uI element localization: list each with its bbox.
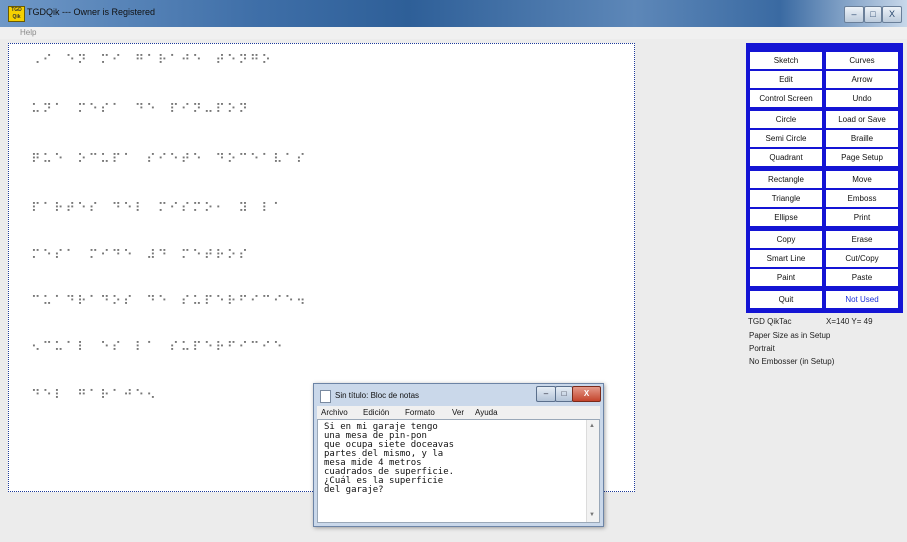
braille-line: ⠉⠥⠁⠙⠗⠁⠙⠕⠎⠀⠙⠑⠀⠎⠥⠏⠑⠗⠋⠊⠉⠊⠑⠲	[31, 294, 308, 309]
maximize-button[interactable]: □	[864, 6, 882, 23]
title-bar: TGD Qik TGDQik --- Owner is Registered –…	[0, 0, 907, 27]
orientation-status: Portrait	[749, 344, 775, 353]
braille-button[interactable]: Braille	[826, 130, 898, 147]
copy-button[interactable]: Copy	[750, 231, 822, 248]
smart-line-button[interactable]: Smart Line	[750, 250, 822, 267]
print-button[interactable]: Print	[826, 209, 898, 226]
circle-button[interactable]: Circle	[750, 111, 822, 128]
edit-button[interactable]: Edit	[750, 71, 822, 88]
braille-line: ⠍⠑⠎⠁⠀⠍⠊⠙⠑⠀⠼⠙⠀⠍⠑⠞⠗⠕⠎	[31, 248, 250, 263]
cut-copy-button[interactable]: Cut/Copy	[826, 250, 898, 267]
tool-group-draw: Sketch Curves Edit Arrow Control Screen …	[746, 47, 903, 109]
notepad-text-area[interactable]: Si en mi garaje tengo una mesa de pin-po…	[317, 419, 600, 523]
embosser-status: No Embosser (in Setup)	[749, 357, 835, 366]
notepad-maximize-button[interactable]: □	[555, 386, 573, 402]
menu-edicion[interactable]: Edición	[363, 408, 389, 417]
braille-line: ⠙⠑⠇⠀⠛⠁⠗⠁⠚⠑⠢	[31, 388, 158, 403]
notepad-menu-bar: Archivo Edición Formato Ver Ayuda	[317, 406, 600, 419]
load-or-save-button[interactable]: Load or Save	[826, 111, 898, 128]
triangle-button[interactable]: Triangle	[750, 190, 822, 207]
tgdqik-app-icon: TGD Qik	[8, 6, 25, 22]
quit-button[interactable]: Quit	[750, 291, 822, 308]
emboss-button[interactable]: Emboss	[826, 190, 898, 207]
notepad-minimize-button[interactable]: –	[536, 386, 556, 402]
menu-ayuda[interactable]: Ayuda	[475, 408, 498, 417]
notepad-title-bar[interactable]: Sin título: Bloc de notas – □ X	[314, 384, 603, 406]
tool-group-clipboard: Copy Erase Smart Line Cut/Copy Paint Pas…	[746, 227, 903, 289]
tool-panel: Sketch Curves Edit Arrow Control Screen …	[746, 43, 903, 313]
semi-circle-button[interactable]: Semi Circle	[750, 130, 822, 147]
minimize-button[interactable]: –	[844, 6, 864, 23]
braille-line: ⠟⠥⠑⠀⠕⠉⠥⠏⠁⠀⠎⠊⠑⠞⠑⠀⠙⠕⠉⠑⠁⠧⠁⠎	[31, 152, 308, 167]
menu-help[interactable]: Help	[20, 28, 36, 37]
paper-size-status: Paper Size as in Setup	[749, 331, 831, 340]
arrow-button[interactable]: Arrow	[826, 71, 898, 88]
rectangle-button[interactable]: Rectangle	[750, 171, 822, 188]
control-screen-button[interactable]: Control Screen	[750, 90, 822, 107]
not-used-button[interactable]: Not Used	[826, 291, 898, 308]
menu-formato[interactable]: Formato	[405, 408, 435, 417]
erase-button[interactable]: Erase	[826, 231, 898, 248]
window-title: TGDQik --- Owner is Registered	[27, 7, 156, 17]
coordinate-readout: X=140 Y= 49	[826, 317, 873, 326]
device-label: TGD QikTac	[748, 317, 792, 326]
move-button[interactable]: Move	[826, 171, 898, 188]
menu-archivo[interactable]: Archivo	[321, 408, 348, 417]
notepad-title: Sin título: Bloc de notas	[335, 391, 420, 400]
sketch-button[interactable]: Sketch	[750, 52, 822, 69]
notepad-close-button[interactable]: X	[572, 386, 601, 402]
undo-button[interactable]: Undo	[826, 90, 898, 107]
notepad-icon	[320, 390, 331, 403]
curves-button[interactable]: Curves	[826, 52, 898, 69]
quadrant-button[interactable]: Quadrant	[750, 149, 822, 166]
braille-line: ⠥⠝⠁⠀⠍⠑⠎⠁⠀⠙⠑⠀⠏⠊⠝⠤⠏⠕⠝	[31, 102, 250, 117]
scroll-down-arrow-icon[interactable]: ▼	[589, 512, 595, 518]
menu-ver[interactable]: Ver	[452, 408, 464, 417]
menu-bar: Help	[0, 27, 907, 39]
ellipse-button[interactable]: Ellipse	[750, 209, 822, 226]
paint-button[interactable]: Paint	[750, 269, 822, 286]
close-button[interactable]: X	[882, 6, 902, 23]
text-line: del garaje?	[324, 485, 384, 495]
tool-group-circles: Circle Load or Save Semi Circle Braille …	[746, 107, 903, 169]
braille-line: ⠏⠁⠗⠞⠑⠎⠀⠙⠑⠇⠀⠍⠊⠎⠍⠕⠂⠀⠽⠀⠇⠁	[31, 201, 285, 216]
notepad-scrollbar[interactable]: ▲ ▼	[586, 420, 599, 522]
page-setup-button[interactable]: Page Setup	[826, 149, 898, 166]
scroll-up-arrow-icon[interactable]: ▲	[589, 423, 595, 429]
tool-group-quit: Quit Not Used	[746, 287, 903, 313]
braille-line: ⠠⠊⠀⠑⠝⠀⠍⠊⠀⠛⠁⠗⠁⠚⠑⠀⠞⠑⠝⠛⠕	[31, 53, 273, 68]
paste-button[interactable]: Paste	[826, 269, 898, 286]
tool-group-shapes: Rectangle Move Triangle Emboss Ellipse P…	[746, 167, 903, 229]
braille-line: ⠢⠉⠥⠁⠇⠀⠑⠎⠀⠇⠁⠀⠎⠥⠏⠑⠗⠋⠊⠉⠊⠑	[31, 340, 285, 355]
notepad-window[interactable]: Sin título: Bloc de notas – □ X Archivo …	[313, 383, 604, 527]
